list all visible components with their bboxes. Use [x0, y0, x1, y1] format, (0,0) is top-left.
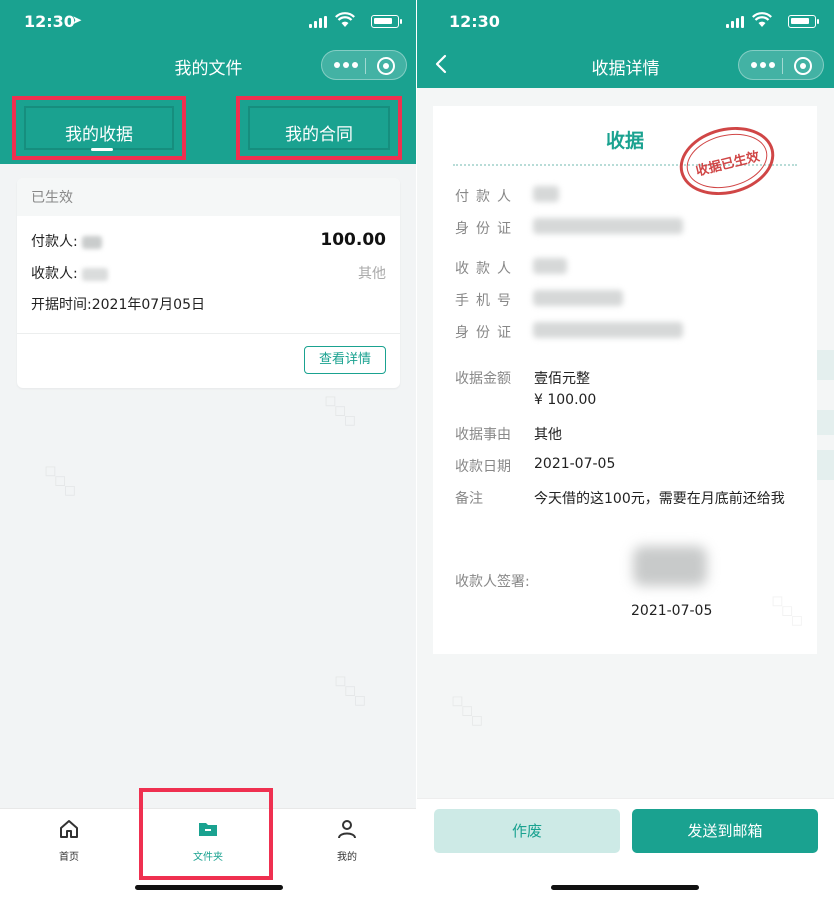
nav-bar: 我的文件 — [0, 44, 417, 88]
tab-label: 我的合同 — [285, 125, 353, 145]
wifi-icon — [752, 12, 772, 27]
signature-label: 收款人签署: — [455, 574, 530, 590]
payer-row: 付款人: — [31, 231, 103, 251]
status-bar: 12:30 — [417, 0, 834, 44]
action-footer: 作废 发送到邮箱 — [417, 798, 834, 899]
receipt-date-label: 收款日期 — [455, 459, 511, 475]
void-button[interactable]: 作废 — [434, 809, 620, 853]
payee-id-blurred — [533, 322, 683, 338]
tabbar-home-label: 首页 — [59, 852, 79, 863]
receipt-amount: 100.00 — [320, 230, 386, 250]
location-arrow-icon: ➤ — [72, 13, 83, 27]
payer-label: 付款人 — [455, 189, 518, 205]
user-icon — [338, 820, 356, 839]
watermark: ◇◇◇ — [328, 668, 373, 713]
nav-bar: 收据详情 — [417, 44, 834, 88]
issue-date-value: 2021年07月05日 — [91, 297, 205, 313]
receipt-category: 其他 — [358, 266, 386, 282]
miniprogram-capsule[interactable] — [321, 50, 407, 80]
payee-phone-blurred — [533, 290, 623, 306]
signature-date: 2021-07-05 — [631, 603, 713, 619]
close-miniprogram-icon[interactable] — [377, 57, 395, 75]
payer-id-label: 身份证 — [455, 221, 518, 237]
issue-date-row: 开据时间:2021年07月05日 — [31, 294, 205, 314]
status-badge: 已生效 — [17, 178, 400, 216]
home-indicator[interactable] — [551, 885, 699, 890]
signature-blurred — [633, 546, 707, 586]
payee-label: 收款人: — [31, 266, 78, 282]
payee-name-blurred — [533, 258, 567, 274]
battery-icon — [371, 15, 402, 28]
tabbar-home[interactable]: 首页 — [39, 817, 99, 863]
receipt-paper: 收据 收据已生效 付款人 身份证 收款人 手机号 身份证 收据金额 壹佰元整 ¥… — [433, 106, 817, 660]
payer-name-blurred — [82, 235, 103, 249]
reason-label: 收据事由 — [455, 427, 511, 443]
view-details-button[interactable]: 查看详情 — [304, 346, 386, 374]
payee-row: 收款人: — [31, 263, 109, 283]
payee-label: 收款人 — [455, 261, 518, 277]
capsule-divider — [782, 58, 783, 74]
status-time: 12:30 — [24, 12, 75, 31]
miniprogram-capsule[interactable] — [738, 50, 824, 80]
tabbar-mine[interactable]: 我的 — [317, 817, 377, 863]
payee-name-blurred — [82, 267, 109, 281]
card-divider — [17, 333, 400, 334]
battery-icon — [788, 15, 819, 28]
home-icon — [60, 820, 78, 838]
home-indicator[interactable] — [135, 885, 283, 890]
status-time: 12:30 — [449, 12, 500, 31]
payer-label: 付款人: — [31, 234, 78, 250]
receipt-date-value: 2021-07-05 — [534, 456, 616, 472]
send-to-email-button[interactable]: 发送到邮箱 — [632, 809, 818, 853]
folder-tab-highlight-box — [139, 788, 273, 880]
close-miniprogram-icon[interactable] — [794, 57, 812, 75]
payee-phone-label: 手机号 — [455, 293, 518, 309]
cellular-signal-icon — [309, 16, 327, 28]
watermark: ◇◇◇ — [318, 388, 363, 433]
payer-id-blurred — [533, 218, 683, 234]
amount-label: 收据金额 — [455, 371, 511, 387]
screenshot: 12:30 ➤ 我的文件 我的收据 我的合同 已生效 付款人: 100.00 收… — [0, 0, 834, 899]
note-label: 备注 — [455, 491, 483, 507]
amount-value: ¥ 100.00 — [534, 392, 597, 408]
watermark: ◇◇◇ — [38, 458, 83, 503]
active-tab-indicator — [91, 148, 113, 151]
payee-id-label: 身份证 — [455, 325, 518, 341]
note-value: 今天借的这100元，需要在月底前还给我 — [534, 491, 785, 507]
more-icon[interactable] — [334, 62, 358, 70]
tab-label: 我的收据 — [65, 125, 133, 145]
tabbar-mine-label: 我的 — [337, 852, 357, 863]
status-bar: 12:30 ➤ — [0, 0, 417, 44]
wifi-icon — [335, 12, 355, 27]
watermark: ◇◇◇ — [445, 688, 490, 733]
tab-my-receipts[interactable]: 我的收据 — [12, 96, 186, 160]
receipt-card[interactable]: 已生效 付款人: 100.00 收款人: 其他 开据时间:2021年07月05日… — [17, 178, 400, 388]
receipt-scalloped-edge — [433, 654, 817, 660]
tab-my-contracts[interactable]: 我的合同 — [236, 96, 402, 160]
issue-date-label: 开据时间: — [31, 297, 92, 313]
my-files-screen: 12:30 ➤ 我的文件 我的收据 我的合同 已生效 付款人: 100.00 收… — [0, 0, 417, 899]
cellular-signal-icon — [726, 16, 744, 28]
more-icon[interactable] — [751, 62, 775, 70]
amount-in-words: 壹佰元整 — [534, 371, 590, 387]
capsule-divider — [365, 58, 366, 74]
payer-name-blurred — [533, 186, 559, 202]
receipt-detail-screen: 12:30 收据详情 收据 收据已生效 付款人 身份证 收款人 手机号 身份证 … — [417, 0, 834, 899]
reason-value: 其他 — [534, 427, 562, 443]
